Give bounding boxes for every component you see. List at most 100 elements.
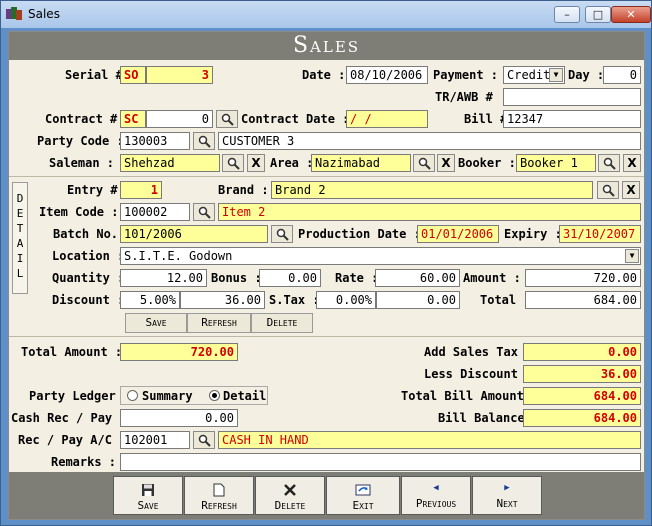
detail-save-button[interactable]: Save bbox=[125, 313, 187, 333]
total-amount-field[interactable]: 720.00 bbox=[120, 343, 238, 361]
refresh-button[interactable]: Refresh bbox=[184, 476, 254, 515]
production-date-field[interactable]: 01/01/2006 bbox=[417, 225, 499, 243]
brand-field[interactable]: Brand 2 bbox=[271, 181, 593, 199]
rec-pay-ac-code-field[interactable]: 102001 bbox=[120, 431, 190, 449]
party-search-button[interactable] bbox=[193, 132, 215, 150]
discount-percent-field[interactable]: 5.00% bbox=[120, 291, 180, 309]
exit-door-icon bbox=[355, 484, 371, 496]
blank-page-icon bbox=[213, 483, 225, 497]
item-code-field[interactable]: 100002 bbox=[120, 203, 190, 221]
date-label: Date : bbox=[302, 68, 346, 82]
expiry-label: Expiry : bbox=[504, 227, 562, 241]
detail-delete-button[interactable]: Delete bbox=[251, 313, 313, 333]
day-field[interactable]: 0 bbox=[603, 66, 641, 84]
save-button[interactable]: Save bbox=[113, 476, 183, 515]
previous-button[interactable]: ◀ Previous bbox=[401, 476, 471, 515]
search-icon bbox=[198, 135, 211, 148]
previous-button-label: Previous bbox=[415, 497, 457, 510]
search-icon bbox=[276, 228, 289, 241]
exit-button-label: Exit bbox=[352, 499, 374, 512]
party-name-field[interactable]: CUSTOMER 3 bbox=[218, 132, 641, 150]
total-bill-amount-field[interactable]: 684.00 bbox=[523, 387, 641, 405]
bill-balance-field[interactable]: 684.00 bbox=[523, 409, 641, 427]
amount-label: Amount : bbox=[463, 271, 521, 285]
less-discount-label: Less Discount : bbox=[424, 367, 533, 381]
next-button[interactable]: ▶ Next bbox=[472, 476, 542, 515]
amount-field[interactable]: 720.00 bbox=[525, 269, 641, 287]
serial-prefix-field[interactable]: SO bbox=[120, 66, 146, 84]
remarks-field[interactable] bbox=[120, 453, 641, 471]
summary-radio-label[interactable]: Summary bbox=[142, 389, 193, 403]
delete-button-label: Delete bbox=[274, 499, 306, 512]
application-window: Sales – □ ✕ Sales Serial # SO 3 Date : 0… bbox=[0, 0, 652, 526]
contract-search-button[interactable] bbox=[216, 110, 238, 128]
brand-clear-button[interactable]: X bbox=[622, 181, 640, 199]
next-button-label: Next bbox=[496, 497, 518, 510]
booker-field[interactable]: Booker 1 bbox=[516, 154, 596, 172]
summary-radio[interactable] bbox=[127, 390, 138, 401]
serial-number-field[interactable]: 3 bbox=[146, 66, 213, 84]
entry-field[interactable]: 1 bbox=[120, 181, 162, 199]
area-clear-button[interactable]: X bbox=[437, 154, 455, 172]
floppy-disk-icon bbox=[142, 484, 154, 496]
batch-field[interactable]: 101/2006 bbox=[120, 225, 268, 243]
minimize-button[interactable]: – bbox=[554, 6, 580, 23]
cash-rec-field[interactable]: 0.00 bbox=[120, 409, 238, 427]
less-discount-field[interactable]: 36.00 bbox=[523, 365, 641, 383]
area-search-button[interactable] bbox=[413, 154, 435, 172]
arrow-left-icon: ◀ bbox=[433, 483, 439, 493]
bill-field[interactable]: 12347 bbox=[503, 110, 641, 128]
detail-tab[interactable]: D E T A I L bbox=[12, 182, 28, 294]
stax-value-field[interactable]: 0.00 bbox=[376, 291, 460, 309]
discount-value-field[interactable]: 36.00 bbox=[180, 291, 265, 309]
contract-date-field[interactable]: / / bbox=[346, 110, 428, 128]
saleman-field[interactable]: Shehzad bbox=[120, 154, 220, 172]
remarks-label: Remarks : bbox=[51, 455, 117, 469]
rate-field[interactable]: 60.00 bbox=[375, 269, 460, 287]
party-code-label: Party Code : bbox=[37, 134, 124, 148]
quantity-field[interactable]: 12.00 bbox=[120, 269, 207, 287]
saleman-clear-button[interactable]: X bbox=[247, 154, 265, 172]
expiry-field[interactable]: 31/10/2007 bbox=[559, 225, 641, 243]
clear-icon: X bbox=[627, 156, 637, 170]
area-field[interactable]: Nazimabad bbox=[311, 154, 411, 172]
detail-tab-letter: T bbox=[16, 222, 24, 235]
saleman-search-button[interactable] bbox=[222, 154, 244, 172]
contract-number-field[interactable]: 0 bbox=[146, 110, 213, 128]
payment-label: Payment : bbox=[433, 68, 499, 82]
batch-search-button[interactable] bbox=[271, 225, 293, 243]
rec-pay-ac-name-field[interactable]: CASH IN HAND bbox=[218, 431, 641, 449]
cash-rec-label: Cash Rec / Pay : bbox=[11, 411, 127, 425]
total-label: Total : bbox=[480, 293, 531, 307]
detail-radio[interactable] bbox=[209, 390, 220, 401]
rec-pay-ac-search-button[interactable] bbox=[193, 431, 215, 449]
total-field[interactable]: 684.00 bbox=[525, 291, 641, 309]
item-name-field[interactable]: Item 2 bbox=[218, 203, 641, 221]
delete-button[interactable]: Delete bbox=[255, 476, 325, 515]
detail-radio-label[interactable]: Detail bbox=[223, 389, 266, 403]
maximize-button[interactable]: □ bbox=[585, 6, 611, 23]
app-icon bbox=[6, 7, 22, 20]
payment-select[interactable]: Credit ▼ bbox=[503, 66, 565, 84]
form-header: Sales bbox=[9, 32, 644, 60]
total-amount-label: Total Amount : bbox=[21, 345, 123, 359]
date-field[interactable]: 08/10/2006 bbox=[346, 66, 428, 84]
brand-search-button[interactable] bbox=[597, 181, 619, 199]
close-button[interactable]: ✕ bbox=[611, 6, 651, 23]
location-select[interactable]: S.I.T.E. Godown ▼ bbox=[120, 247, 641, 265]
tr-awb-field[interactable] bbox=[503, 88, 641, 106]
bonus-field[interactable]: 0.00 bbox=[259, 269, 321, 287]
dropdown-arrow-icon[interactable]: ▼ bbox=[625, 249, 639, 263]
rate-label: Rate : bbox=[335, 271, 379, 285]
booker-clear-button[interactable]: X bbox=[623, 154, 641, 172]
add-sales-tax-field[interactable]: 0.00 bbox=[523, 343, 641, 361]
contract-prefix-field[interactable]: SC bbox=[120, 110, 146, 128]
party-code-field[interactable]: 130003 bbox=[120, 132, 190, 150]
booker-search-button[interactable] bbox=[598, 154, 620, 172]
dropdown-arrow-icon[interactable]: ▼ bbox=[549, 68, 563, 82]
stax-percent-field[interactable]: 0.00% bbox=[316, 291, 376, 309]
detail-refresh-button[interactable]: Refresh bbox=[187, 313, 251, 333]
item-search-button[interactable] bbox=[193, 203, 215, 221]
search-icon bbox=[602, 184, 615, 197]
exit-button[interactable]: Exit bbox=[326, 476, 400, 515]
